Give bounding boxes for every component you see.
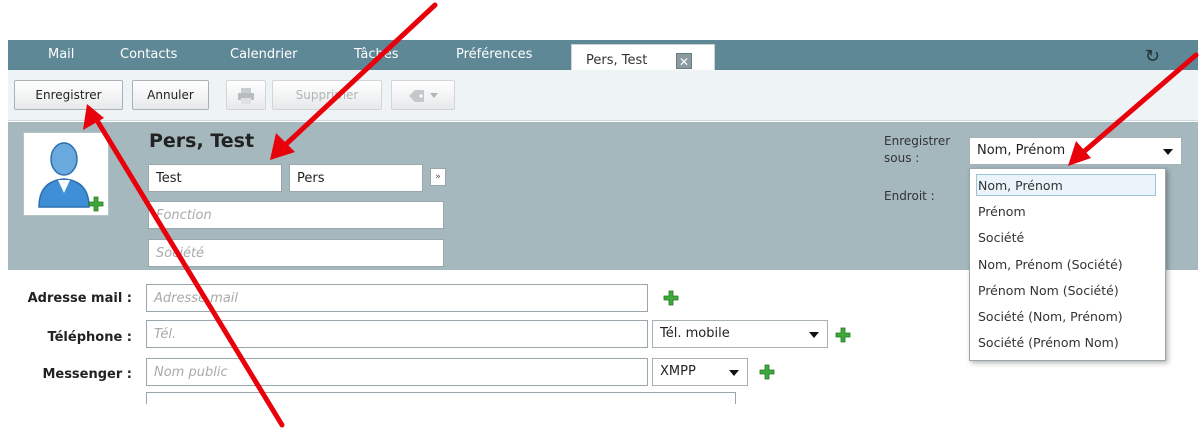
cancel-button[interactable]: Annuler [132,80,209,110]
chevron-down-icon [1163,149,1173,155]
company-field[interactable]: Société [148,239,444,267]
dropdown-option-name-firstname-company[interactable]: Nom, Prénom (Société) [978,257,1123,272]
dropdown-option-firstname[interactable]: Prénom [978,204,1026,219]
avatar[interactable] [23,132,109,216]
phone-field[interactable]: Tél. [146,320,648,348]
close-tab-icon[interactable]: ✕ [676,53,692,69]
messenger-type-value: XMPP [660,364,696,379]
add-photo-icon[interactable] [88,196,104,212]
email-label: Adresse mail : [27,291,132,306]
print-button[interactable] [226,80,266,110]
dropdown-option-company-firstname-name[interactable]: Société (Prénom Nom) [978,335,1119,350]
chevron-down-icon [809,332,819,338]
phone-placeholder: Tél. [154,327,177,342]
function-placeholder: Fonction [156,208,212,223]
location-label: Endroit : [884,189,935,203]
contact-display-name: Pers, Test [149,130,255,152]
toolbar: Enregistrer Annuler Supprimer [8,70,1198,121]
tab-contacts[interactable]: Contacts [120,40,177,70]
messenger-label: Messenger : [42,367,132,382]
email-placeholder: Adresse mail [154,291,239,306]
save-button[interactable]: Enregistrer [14,80,123,110]
tab-contact-editor[interactable]: Pers, Test ✕ [571,44,715,73]
email-field[interactable]: Adresse mail [146,284,648,312]
add-phone-icon[interactable] [835,327,851,343]
next-field-partial [146,392,736,404]
save-as-dropdown-list: Nom, Prénom Prénom Société Nom, Prénom (… [969,168,1166,361]
tab-calendar[interactable]: Calendrier [230,40,297,70]
tag-icon [409,89,424,102]
phone-label: Téléphone : [47,330,132,345]
chevron-down-icon [729,370,739,376]
save-as-label: Enregistrer sous : [884,133,950,167]
tab-contact-editor-label: Pers, Test [586,53,648,68]
delete-button[interactable]: Supprimer [272,80,382,110]
dropdown-option-company-name-firstname[interactable]: Société (Nom, Prénom) [978,309,1123,324]
function-field[interactable]: Fonction [148,201,444,229]
chevron-down-icon [430,93,438,98]
add-email-icon[interactable] [663,290,679,306]
save-as-label-line1: Enregistrer [884,134,951,148]
save-as-value: Nom, Prénom [977,143,1066,158]
company-placeholder: Société [156,246,205,261]
expand-name-button[interactable]: » [430,168,446,186]
messenger-type-select[interactable]: XMPP [652,358,748,386]
add-messenger-icon[interactable] [759,364,775,380]
dropdown-option-name-firstname[interactable]: Nom, Prénom [978,178,1063,193]
phone-type-value: Tél. mobile [660,326,730,341]
refresh-icon[interactable]: ↻ [1145,46,1160,67]
messenger-placeholder: Nom public [154,365,228,380]
save-as-label-line2: sous : [884,151,920,165]
tab-preferences[interactable]: Préférences [456,40,532,70]
tab-tasks[interactable]: Tâches [354,40,399,70]
messenger-field[interactable]: Nom public [146,358,648,386]
tag-button[interactable] [391,80,455,110]
main-tab-bar: Mail Contacts Calendrier Tâches Préféren… [8,40,1198,73]
dropdown-option-company[interactable]: Société [978,230,1024,245]
last-name-field[interactable]: Pers [289,164,423,192]
tab-mail[interactable]: Mail [48,40,74,70]
phone-type-select[interactable]: Tél. mobile [652,320,828,348]
first-name-field[interactable]: Test [148,164,282,192]
save-as-select[interactable]: Nom, Prénom [969,137,1182,165]
printer-icon [238,87,254,104]
dropdown-option-firstname-name-company[interactable]: Prénom Nom (Société) [978,283,1119,298]
